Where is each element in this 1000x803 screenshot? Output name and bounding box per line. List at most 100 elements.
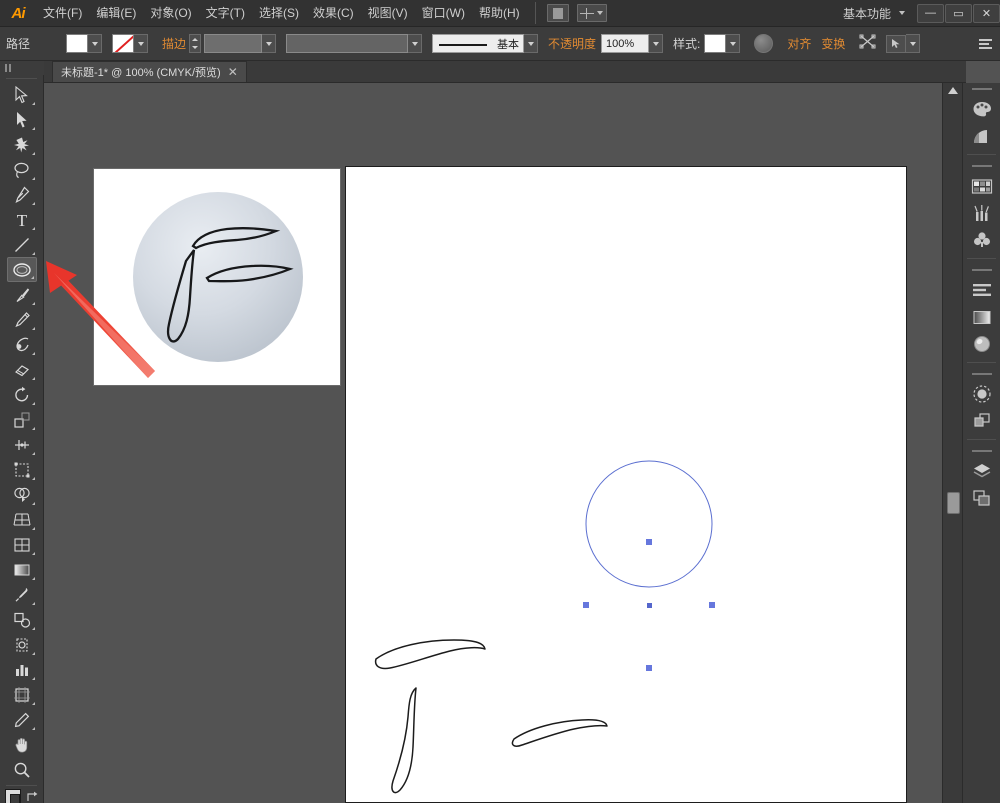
pencil-tool[interactable] — [7, 307, 37, 332]
document-tab[interactable]: 未标题-1* @ 100% (CMYK/预览) ✕ — [52, 61, 247, 82]
menu-view[interactable]: 视图(V) — [361, 0, 415, 27]
magic-wand-tool[interactable] — [7, 132, 37, 157]
mesh-tool[interactable] — [7, 532, 37, 557]
workspace-switcher[interactable]: 基本功能 — [837, 0, 911, 27]
vector-strokes-group[interactable] — [366, 635, 656, 803]
graphic-style-swatch[interactable] — [704, 34, 727, 53]
layers-panel-icon[interactable] — [967, 458, 997, 484]
menu-file[interactable]: 文件(F) — [36, 0, 89, 27]
pathfinder-panel-icon[interactable] — [967, 408, 997, 434]
transparency-panel-icon[interactable] — [967, 381, 997, 407]
lasso-tool[interactable] — [7, 157, 37, 182]
ellipse-tool[interactable] — [6, 257, 37, 282]
perspective-grid-tool[interactable] — [7, 507, 37, 532]
brush-definition-dropdown-button[interactable] — [524, 34, 539, 53]
appearance-panel-icon[interactable] — [967, 331, 997, 357]
shape-builder-tool[interactable] — [7, 482, 37, 507]
artboard-tool[interactable] — [7, 682, 37, 707]
opacity-label[interactable]: 不透明度 — [548, 35, 596, 52]
graphic-style-dropdown-button[interactable] — [726, 34, 741, 53]
maximize-button[interactable]: ▭ — [945, 3, 972, 23]
transform-label[interactable]: 变换 — [821, 35, 845, 52]
swatches-panel-icon[interactable] — [967, 173, 997, 199]
stroke-weight-stepper[interactable] — [189, 34, 202, 53]
scrollbar-thumb[interactable] — [947, 492, 960, 514]
recolor-artwork-icon[interactable] — [754, 34, 774, 53]
column-graph-tool[interactable] — [7, 657, 37, 682]
selection-tool[interactable] — [7, 82, 37, 107]
isolate-selected-object-icon[interactable] — [859, 34, 876, 54]
logo-reference-thumbnail[interactable] — [93, 168, 341, 386]
stroke-color-swatch[interactable] — [112, 34, 134, 53]
swap-fill-stroke-icon[interactable] — [25, 790, 39, 803]
stroke-weight-dropdown-button[interactable] — [262, 34, 277, 53]
arrange-documents-icon[interactable] — [576, 4, 607, 22]
paintbrush-tool[interactable] — [7, 282, 37, 307]
direct-selection-tool[interactable] — [7, 107, 37, 132]
slice-tool[interactable] — [7, 707, 37, 732]
menu-window[interactable]: 窗口(W) — [415, 0, 472, 27]
minimize-button[interactable]: — — [917, 3, 944, 23]
free-transform-tool[interactable] — [7, 457, 37, 482]
width-tool[interactable] — [7, 432, 37, 457]
select-similar-dropdown-button[interactable] — [906, 34, 921, 53]
dock-grip-4[interactable] — [963, 368, 1000, 380]
gradient-panel-icon[interactable] — [967, 304, 997, 330]
opacity-dropdown-button[interactable] — [649, 34, 664, 53]
dock-grip[interactable] — [963, 83, 1000, 95]
menu-edit[interactable]: 编辑(E) — [89, 0, 143, 27]
dock-grip-5[interactable] — [963, 445, 1000, 457]
toolbar-grip[interactable] — [0, 61, 44, 75]
hand-tool[interactable] — [7, 732, 37, 757]
close-button[interactable]: ✕ — [973, 3, 1000, 23]
ellipse-path[interactable] — [582, 457, 716, 591]
rotate-tool[interactable] — [7, 382, 37, 407]
menu-type[interactable]: 文字(T) — [199, 0, 252, 27]
color-panel-icon[interactable] — [967, 96, 997, 122]
align-label[interactable]: 对齐 — [787, 35, 811, 52]
fill-dropdown-button[interactable] — [88, 34, 102, 53]
stroke-dropdown-button[interactable] — [134, 34, 148, 53]
eyedropper-tool[interactable] — [7, 582, 37, 607]
brushes-panel-icon[interactable] — [967, 200, 997, 226]
fill-color-swatch[interactable] — [66, 34, 88, 53]
eraser-tool[interactable] — [7, 357, 37, 382]
menu-help[interactable]: 帮助(H) — [472, 0, 527, 27]
width-profile-dropdown-button[interactable] — [408, 34, 423, 53]
vertical-scrollbar[interactable] — [942, 83, 962, 803]
symbol-sprayer-tool[interactable] — [7, 632, 37, 657]
anchor-point-left[interactable] — [583, 602, 589, 608]
stroke-weight-field[interactable] — [204, 34, 263, 53]
menu-object[interactable]: 对象(O) — [143, 0, 198, 27]
pen-tool[interactable] — [7, 182, 37, 207]
stroke-weight-label[interactable]: 描边 — [162, 35, 186, 52]
control-panel-menu-icon[interactable] — [979, 38, 992, 49]
gradient-tool[interactable] — [7, 557, 37, 582]
menu-select[interactable]: 选择(S) — [252, 0, 306, 27]
dock-grip-3[interactable] — [963, 264, 1000, 276]
menu-effect[interactable]: 效果(C) — [306, 0, 361, 27]
blend-tool[interactable] — [7, 607, 37, 632]
color-guide-panel-icon[interactable] — [967, 123, 997, 149]
dock-grip-2[interactable] — [963, 160, 1000, 172]
brush-definition-combo[interactable]: 基本 — [432, 34, 525, 53]
artboards-panel-icon[interactable] — [967, 485, 997, 511]
scale-tool[interactable] — [7, 407, 37, 432]
opacity-field[interactable]: 100% — [601, 34, 650, 53]
blob-brush-tool[interactable] — [7, 332, 37, 357]
line-segment-tool[interactable] — [7, 232, 37, 257]
zoom-tool[interactable] — [7, 757, 37, 782]
variable-width-profile-combo[interactable] — [286, 34, 409, 53]
select-similar-options[interactable] — [886, 34, 921, 53]
type-tool[interactable]: T — [7, 207, 37, 232]
bridge-icon[interactable] — [546, 4, 569, 22]
symbols-panel-icon[interactable] — [967, 227, 997, 253]
scroll-up-arrow-icon[interactable] — [948, 87, 958, 94]
align-panel-icon[interactable] — [967, 277, 997, 303]
anchor-point-top[interactable] — [646, 539, 652, 545]
close-icon[interactable]: ✕ — [228, 66, 238, 78]
anchor-point-right[interactable] — [709, 602, 715, 608]
default-fill-stroke-icon[interactable] — [4, 789, 21, 803]
document-canvas[interactable] — [44, 83, 942, 803]
artboard[interactable] — [345, 166, 907, 803]
